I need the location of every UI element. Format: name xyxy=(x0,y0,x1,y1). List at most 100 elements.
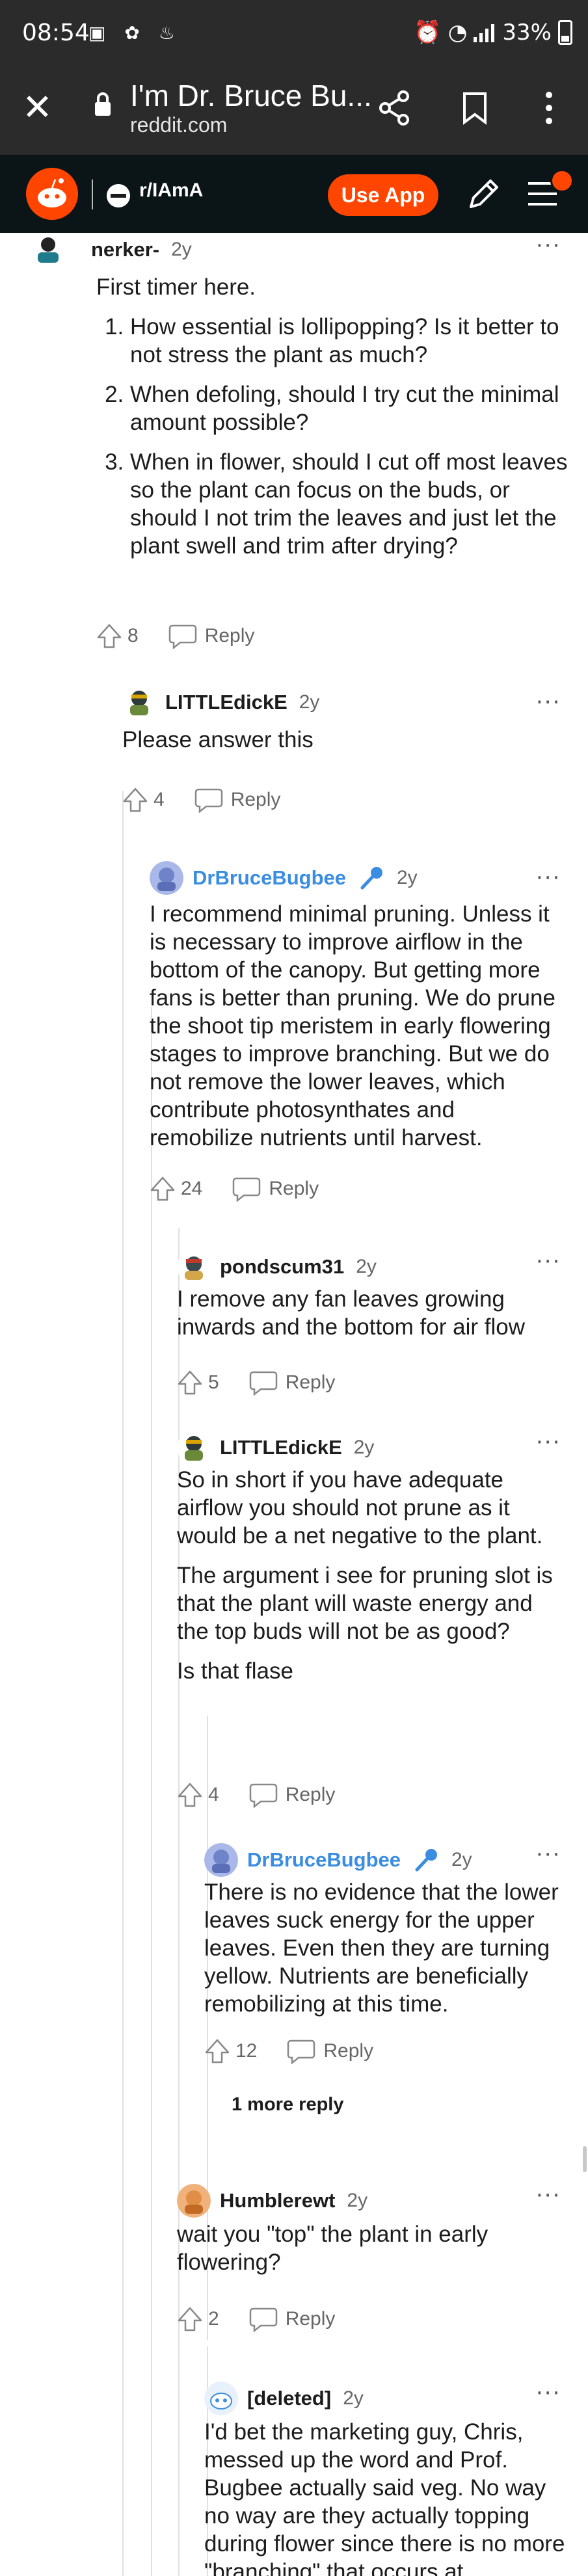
reply-icon[interactable] xyxy=(287,2038,315,2064)
comment-author: [deleted] xyxy=(247,2387,332,2410)
share-icon[interactable] xyxy=(377,90,411,126)
comment-text: I'd bet the marketing guy, Chris, messed… xyxy=(204,2419,565,2576)
upvote-icon[interactable] xyxy=(96,623,122,649)
subreddit-icon[interactable] xyxy=(107,184,130,207)
reply-button[interactable]: Reply xyxy=(231,789,281,811)
avatar[interactable] xyxy=(177,1431,211,1465)
wifi-icon: ◔ xyxy=(448,20,468,46)
close-tab-icon[interactable]: ✕ xyxy=(22,88,53,127)
vote-count: 24 xyxy=(181,1178,203,1199)
comment-author[interactable]: LITTLEdickE xyxy=(165,691,287,714)
signal-icon xyxy=(474,24,495,42)
upvote-icon[interactable] xyxy=(177,1370,203,1396)
comment-age: 2y xyxy=(171,239,192,260)
lock-icon xyxy=(95,92,111,116)
comment: DrBruceBugbee 2y ··· There is no evidenc… xyxy=(204,1842,571,2141)
comment-more-icon[interactable]: ··· xyxy=(536,2183,561,2209)
comment-actions: 8 Reply xyxy=(96,623,254,649)
avatar[interactable] xyxy=(150,861,183,895)
comment-author[interactable]: nerker- xyxy=(91,238,159,261)
upvote-icon[interactable] xyxy=(122,787,148,813)
comment-body: wait you "top" the plant in early flower… xyxy=(177,2220,567,2288)
comment-more-icon[interactable]: ··· xyxy=(536,1842,561,1868)
comment-thread: nerker- 2y ··· First timer here. How ess… xyxy=(0,233,588,2576)
comment-author[interactable]: pondscum31 xyxy=(220,1255,344,1279)
comment-text: Please answer this xyxy=(122,727,314,752)
upvote-icon[interactable] xyxy=(150,1176,176,1202)
reply-button[interactable]: Reply xyxy=(286,1372,336,1394)
subreddit-name[interactable]: r/IAmA xyxy=(139,179,203,202)
comment-age: 2y xyxy=(397,867,418,888)
comment-author[interactable]: Humblerewt xyxy=(220,2189,335,2212)
reply-icon[interactable] xyxy=(168,623,197,649)
notification-icons: ▣ ✿ ♨ xyxy=(88,22,181,44)
comment-more-icon[interactable]: ··· xyxy=(536,2380,561,2406)
comment-more-icon[interactable]: ··· xyxy=(536,1249,561,1275)
battery-icon xyxy=(558,20,572,45)
reply-button[interactable]: Reply xyxy=(269,1178,319,1200)
comment-text: So in short if you have adequate airflow… xyxy=(177,1467,543,1548)
more-options-icon[interactable] xyxy=(535,90,563,126)
upvote-icon[interactable] xyxy=(177,2306,203,2332)
comment-body: I recommend minimal pruning. Unless it i… xyxy=(150,900,559,1163)
create-post-icon[interactable] xyxy=(464,174,503,213)
vote-count: 8 xyxy=(127,625,139,646)
comment-header: Humblerewt 2y xyxy=(177,2183,368,2219)
comment: LITTLEdickE 2y ··· So in short if you ha… xyxy=(177,1429,571,1808)
comment-body: First timer here. How essential is lolli… xyxy=(96,273,571,572)
comment-header: pondscum31 2y xyxy=(177,1249,377,1285)
bookmark-icon[interactable] xyxy=(462,91,488,125)
upvote-icon[interactable] xyxy=(204,2038,230,2064)
comment-header: LITTLEdickE 2y xyxy=(177,1429,374,1466)
browser-toolbar: ✕ I'm Dr. Bruce Bu... reddit.com xyxy=(0,70,588,155)
notification-dot xyxy=(550,169,574,193)
vote-count: 5 xyxy=(208,1372,219,1393)
comment-header: [deleted] 2y xyxy=(204,2380,364,2417)
microphone-icon xyxy=(415,1849,437,1872)
reddit-logo-icon[interactable] xyxy=(26,168,78,220)
comment-author[interactable]: LITTLEdickE xyxy=(220,1436,342,1459)
use-app-button[interactable]: Use App xyxy=(328,174,438,216)
reply-icon[interactable] xyxy=(194,787,223,813)
comment-more-icon[interactable]: ··· xyxy=(536,865,561,891)
comment-text: I recommend minimal pruning. Unless it i… xyxy=(150,901,555,1150)
reply-icon[interactable] xyxy=(249,2306,278,2332)
reply-icon[interactable] xyxy=(249,1370,278,1396)
scrollbar-thumb[interactable] xyxy=(583,2146,587,2172)
status-bar: 08:54 ▣ ✿ ♨ ⏰ ◔ 33% xyxy=(0,0,588,70)
comment-more-icon[interactable]: ··· xyxy=(536,1429,561,1455)
avatar[interactable] xyxy=(31,233,65,267)
avatar[interactable] xyxy=(122,685,156,719)
comment-actions: 4 Reply xyxy=(177,1782,335,1808)
comment: [deleted] 2y ··· I'd bet the marketing g… xyxy=(204,2380,571,2576)
avatar[interactable] xyxy=(177,2184,211,2218)
comment-more-icon[interactable]: ··· xyxy=(536,233,561,259)
vote-count: 12 xyxy=(235,2040,258,2062)
comment-actions: 12 Reply xyxy=(204,2038,373,2064)
reply-icon[interactable] xyxy=(232,1176,261,1202)
url-text[interactable]: reddit.com xyxy=(130,113,227,137)
comment-body: Please answer this xyxy=(122,726,565,765)
comment-author[interactable]: DrBruceBugbee xyxy=(247,1848,401,1872)
reply-button[interactable]: Reply xyxy=(205,625,255,647)
more-replies-link[interactable]: 1 more reply xyxy=(232,2094,343,2116)
tab-title[interactable]: I'm Dr. Bruce Bu... xyxy=(130,78,372,113)
header-divider xyxy=(92,179,93,209)
avatar[interactable] xyxy=(204,2382,238,2415)
reply-button[interactable]: Reply xyxy=(323,2040,373,2062)
reply-button[interactable]: Reply xyxy=(286,2308,336,2330)
avatar[interactable] xyxy=(204,1843,238,1877)
comment-age: 2y xyxy=(347,2190,368,2211)
comment-age: 2y xyxy=(356,1256,377,1277)
reply-icon[interactable] xyxy=(249,1782,278,1808)
status-time: 08:54 xyxy=(22,20,90,46)
comment-more-icon[interactable]: ··· xyxy=(536,689,561,715)
avatar[interactable] xyxy=(177,1250,211,1284)
comment-author[interactable]: DrBruceBugbee xyxy=(193,866,346,890)
comment-text: First timer here. xyxy=(96,274,256,300)
comment-body: I remove any fan leaves growing inwards … xyxy=(177,1285,567,1353)
comment-text: I remove any fan leaves growing inwards … xyxy=(177,1286,525,1340)
comment-header: DrBruceBugbee 2y xyxy=(150,860,418,896)
upvote-icon[interactable] xyxy=(177,1782,203,1808)
reply-button[interactable]: Reply xyxy=(286,1784,336,1806)
